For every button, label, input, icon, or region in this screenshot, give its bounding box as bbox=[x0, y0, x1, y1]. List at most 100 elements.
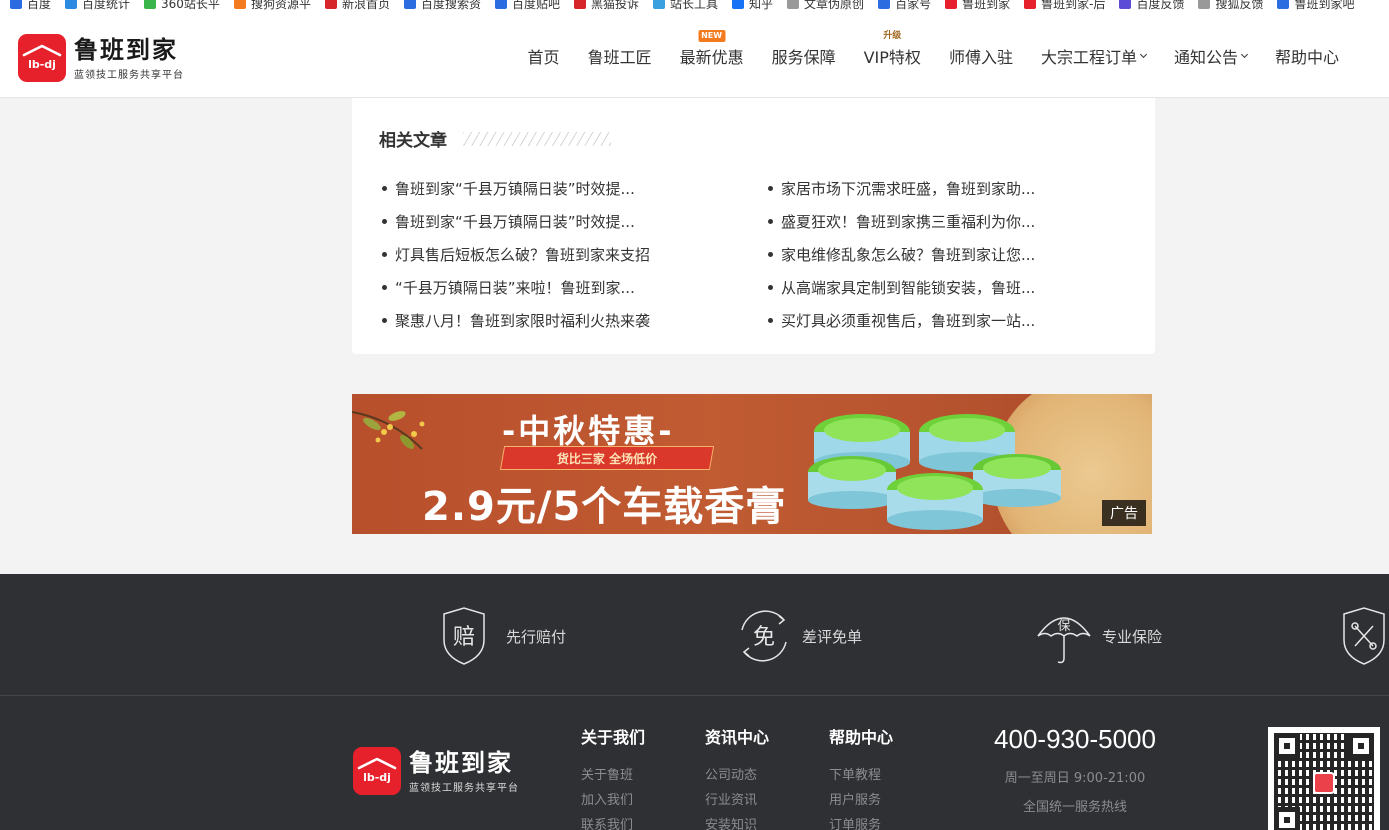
bookmark-item[interactable]: 百度统计 bbox=[65, 0, 130, 12]
refresh-circle-icon: 免 bbox=[741, 610, 787, 662]
bookmark-item[interactable]: 黑猫投诉 bbox=[574, 0, 639, 12]
nav-item-label: 师傅入驻 bbox=[948, 48, 1013, 67]
bookmark-label: 知乎 bbox=[749, 0, 774, 11]
bookmark-item[interactable]: 百家号 bbox=[878, 0, 931, 12]
bullet-icon bbox=[382, 186, 387, 191]
bookmark-item[interactable]: 鲁班到家-后 bbox=[1024, 0, 1105, 12]
guarantee-repair[interactable] bbox=[1340, 606, 1389, 666]
nav-item-label: VIP特权 bbox=[863, 48, 921, 67]
bookmark-label: 百度贴吧 bbox=[511, 0, 560, 11]
bookmark-item[interactable]: 鲁班到家吧 bbox=[1277, 0, 1354, 12]
article-title: 从高端家具定制到智能锁安装，鲁班... bbox=[781, 279, 1036, 297]
footer-link[interactable]: 关于鲁班 bbox=[581, 764, 645, 789]
footer-link[interactable]: 加入我们 bbox=[581, 789, 645, 814]
article-link[interactable]: 鲁班到家“千县万镇隔日装”时效提... bbox=[382, 172, 742, 205]
article-link[interactable]: 盛夏狂欢！鲁班到家携三重福利为你... bbox=[768, 205, 1128, 238]
product-tins-graphic bbox=[808, 414, 1061, 530]
guarantee-free-order[interactable]: 免 差评免单 bbox=[736, 606, 862, 666]
bookmark-favicon-icon bbox=[1119, 0, 1132, 9]
nav-item[interactable]: VIP特权 升级 bbox=[863, 31, 921, 70]
guarantee-insurance[interactable]: 保 专业保险 bbox=[1036, 606, 1162, 666]
footer-column: 帮助中心 下单教程 用户服务 订单服务 bbox=[829, 724, 893, 830]
nav-item[interactable]: 通知公告 bbox=[1174, 42, 1249, 70]
footer-link[interactable]: 安装知识 bbox=[705, 814, 769, 830]
bookmark-item[interactable]: 360站长平 bbox=[144, 0, 220, 12]
osmanthus-branch-graphic bbox=[352, 411, 425, 450]
bookmark-favicon-icon bbox=[10, 0, 22, 9]
bookmark-item[interactable]: 鲁班到家 bbox=[945, 0, 1010, 12]
footer-link[interactable]: 用户服务 bbox=[829, 789, 893, 814]
bookmark-label: 站长工具 bbox=[670, 0, 719, 11]
footer-column-title: 关于我们 bbox=[581, 728, 646, 747]
guarantee-compensation[interactable]: 赔 先行赔付 bbox=[440, 606, 566, 666]
logo-subtitle: 蓝领技工服务共享平台 bbox=[74, 69, 184, 81]
footer-logo[interactable]: lb-dj 鲁班到家 蓝领技工服务共享平台 bbox=[353, 747, 519, 795]
guarantee-label: 专业保险 bbox=[1102, 627, 1163, 646]
bookmark-item[interactable]: 站长工具 bbox=[653, 0, 718, 12]
nav-item[interactable]: 首页 bbox=[528, 42, 560, 70]
bookmark-favicon-icon bbox=[403, 0, 416, 9]
article-title: 家居市场下沉需求旺盛，鲁班到家助... bbox=[781, 180, 1036, 198]
bookmark-favicon-icon bbox=[494, 0, 507, 9]
nav-item[interactable]: 最新优惠 NEW bbox=[680, 30, 744, 70]
nav-item[interactable]: 大宗工程订单 bbox=[1041, 42, 1148, 70]
bookmark-label: 鲁班到家 bbox=[962, 0, 1011, 11]
bookmark-item[interactable]: 文章伪原创 bbox=[787, 0, 864, 12]
nav-item[interactable]: 鲁班工匠 bbox=[588, 42, 652, 70]
article-link[interactable]: 买灯具必须重视售后，鲁班到家一站... bbox=[768, 304, 1128, 337]
article-title: 鲁班到家“千县万镇隔日装”时效提... bbox=[395, 180, 635, 198]
article-title: 灯具售后短板怎么破？鲁班到家来支招 bbox=[395, 246, 651, 264]
footer-link[interactable]: 联系我们 bbox=[581, 814, 645, 830]
bookmark-favicon-icon bbox=[233, 0, 246, 9]
bookmark-item[interactable]: 知乎 bbox=[732, 0, 773, 12]
bookmark-item[interactable]: 百度反馈 bbox=[1119, 0, 1184, 12]
bullet-icon bbox=[768, 186, 773, 191]
bullet-icon bbox=[768, 219, 773, 224]
site-logo[interactable]: lb-dj 鲁班到家 蓝领技工服务共享平台 bbox=[18, 34, 184, 82]
bookmark-favicon-icon bbox=[1277, 0, 1290, 9]
article-link[interactable]: 灯具售后短板怎么破？鲁班到家来支招 bbox=[382, 238, 742, 271]
bullet-icon bbox=[382, 219, 387, 224]
bookmark-item[interactable]: 新浪首页 bbox=[324, 0, 390, 12]
bullet-icon bbox=[768, 285, 773, 290]
bookmark-item[interactable]: 搜狐反馈 bbox=[1198, 0, 1263, 12]
logo-icon: lb-dj bbox=[353, 747, 401, 795]
nav-item[interactable]: 师傅入驻 bbox=[949, 42, 1013, 70]
ad-banner[interactable]: -中秋特惠- 货比三家 全场低价 2.9元/5个车载香膏 广告 bbox=[352, 394, 1152, 534]
bookmark-label: 新浪首页 bbox=[341, 0, 390, 11]
footer-link[interactable]: 行业资讯 bbox=[705, 789, 769, 814]
bookmark-item[interactable]: 搜狗资源平 bbox=[233, 0, 311, 12]
article-link[interactable]: 从高端家具定制到智能锁安装，鲁班... bbox=[768, 271, 1128, 304]
bullet-icon bbox=[382, 252, 387, 257]
svg-text:免: 免 bbox=[753, 625, 775, 650]
footer-link[interactable]: 公司动态 bbox=[705, 764, 769, 789]
bookmark-item[interactable]: 百度搜索资 bbox=[403, 0, 481, 12]
bullet-icon bbox=[382, 318, 387, 323]
article-link[interactable]: “千县万镇隔日装”来啦！鲁班到家... bbox=[382, 271, 742, 304]
nav-item[interactable]: 帮助中心 bbox=[1275, 42, 1339, 70]
tools-shield-icon bbox=[1343, 607, 1385, 665]
bookmark-item[interactable]: 百度贴吧 bbox=[494, 0, 560, 12]
nav-badge: 升级 bbox=[883, 31, 902, 41]
nav-item[interactable]: 服务保障 bbox=[772, 42, 836, 70]
footer-link[interactable]: 订单服务 bbox=[829, 814, 893, 830]
hotline-number[interactable]: 400-930-5000 bbox=[960, 724, 1190, 755]
bookmark-favicon-icon bbox=[324, 0, 337, 9]
bookmark-list: 百度 百度统计 360站长平 搜狗资源平 新浪首页 百度搜索资 百度贴吧 黑猫投诉 站长工具 知乎… bbox=[10, 0, 1368, 12]
footer-logo-subtitle: 蓝领技工服务共享平台 bbox=[409, 782, 519, 794]
article-link[interactable]: 家电维修乱象怎么破？鲁班到家让您... bbox=[768, 238, 1128, 271]
bookmark-favicon-icon bbox=[65, 0, 78, 9]
article-link[interactable]: 家居市场下沉需求旺盛，鲁班到家助... bbox=[768, 172, 1128, 205]
article-link[interactable]: 聚惠八月！鲁班到家限时福利火热来袭 bbox=[382, 304, 742, 337]
bookmark-favicon-icon bbox=[653, 0, 666, 9]
bookmarks-bar: 百度 百度统计 360站长平 搜狗资源平 新浪首页 百度搜索资 百度贴吧 黑猫投诉 站长工具 知乎… bbox=[0, 0, 1389, 12]
qr-logo-icon bbox=[1313, 772, 1335, 794]
bookmark-item[interactable]: 百度 bbox=[10, 0, 51, 12]
article-link[interactable]: 鲁班到家“千县万镇隔日装”时效提... bbox=[382, 205, 742, 238]
bookmark-label: 鲁班到家-后 bbox=[1041, 0, 1106, 11]
footer-link[interactable]: 下单教程 bbox=[829, 764, 893, 789]
article-title: 买灯具必须重视售后，鲁班到家一站... bbox=[781, 312, 1036, 330]
nav-badge: NEW bbox=[698, 30, 726, 42]
bookmark-favicon-icon bbox=[574, 0, 586, 9]
umbrella-icon: 保 bbox=[1037, 617, 1091, 664]
